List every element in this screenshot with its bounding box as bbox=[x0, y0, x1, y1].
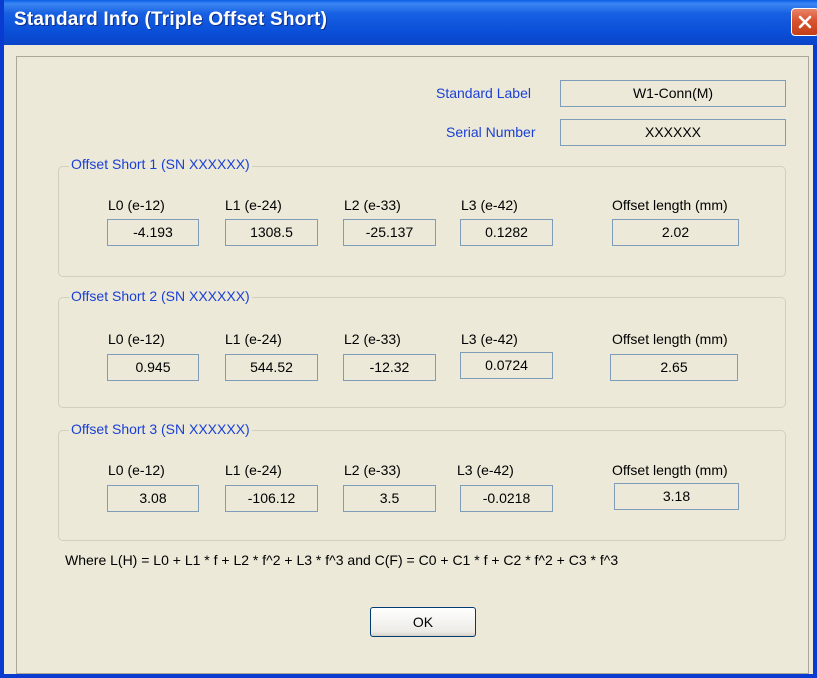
serial-number-field[interactable]: XXXXXX bbox=[560, 119, 786, 146]
l1-label: L1 (e-24) bbox=[225, 462, 282, 478]
l0-label: L0 (e-12) bbox=[108, 331, 165, 347]
l2-field[interactable]: -12.32 bbox=[343, 354, 436, 381]
dialog-window: Standard Info (Triple Offset Short) Stan… bbox=[0, 0, 817, 678]
offset-short-2-title: Offset Short 2 (SN XXXXXX) bbox=[69, 288, 252, 304]
offset-length-field[interactable]: 2.65 bbox=[610, 354, 738, 381]
l0-label: L0 (e-12) bbox=[108, 197, 165, 213]
offset-length-field[interactable]: 3.18 bbox=[614, 483, 739, 510]
l3-label: L3 (e-42) bbox=[457, 462, 514, 478]
serial-number-caption: Serial Number bbox=[446, 124, 536, 140]
standard-label-field[interactable]: W1-Conn(M) bbox=[560, 80, 786, 107]
l2-label: L2 (e-33) bbox=[344, 197, 401, 213]
l3-field[interactable]: -0.0218 bbox=[460, 485, 553, 512]
l0-field[interactable]: 3.08 bbox=[107, 485, 199, 512]
l3-label: L3 (e-42) bbox=[461, 197, 518, 213]
l2-field[interactable]: -25.137 bbox=[343, 219, 436, 246]
l0-label: L0 (e-12) bbox=[108, 462, 165, 478]
l3-field[interactable]: 0.0724 bbox=[460, 352, 553, 379]
l2-field[interactable]: 3.5 bbox=[343, 485, 436, 512]
standard-label-caption: Standard Label bbox=[436, 85, 531, 101]
l0-field[interactable]: -4.193 bbox=[107, 219, 199, 246]
formula-text: Where L(H) = L0 + L1 * f + L2 * f^2 + L3… bbox=[65, 552, 619, 568]
l1-label: L1 (e-24) bbox=[225, 331, 282, 347]
l1-field[interactable]: -106.12 bbox=[225, 485, 318, 512]
l3-field[interactable]: 0.1282 bbox=[460, 219, 553, 246]
close-icon bbox=[798, 15, 812, 29]
l0-field[interactable]: 0.945 bbox=[107, 354, 199, 381]
offset-short-2-group bbox=[58, 297, 786, 408]
offset-short-1-title: Offset Short 1 (SN XXXXXX) bbox=[69, 156, 252, 172]
l2-label: L2 (e-33) bbox=[344, 462, 401, 478]
offset-length-field[interactable]: 2.02 bbox=[612, 219, 739, 246]
offset-length-label: Offset length (mm) bbox=[612, 197, 728, 213]
offset-length-label: Offset length (mm) bbox=[612, 331, 728, 347]
ok-button[interactable]: OK bbox=[370, 607, 476, 637]
title-bar[interactable]: Standard Info (Triple Offset Short) bbox=[4, 0, 817, 45]
offset-short-3-title: Offset Short 3 (SN XXXXXX) bbox=[69, 421, 252, 437]
l1-label: L1 (e-24) bbox=[225, 197, 282, 213]
close-button[interactable] bbox=[791, 8, 817, 36]
window-title: Standard Info (Triple Offset Short) bbox=[14, 9, 328, 30]
l3-label: L3 (e-42) bbox=[461, 331, 518, 347]
offset-length-label: Offset length (mm) bbox=[612, 462, 728, 478]
l1-field[interactable]: 544.52 bbox=[225, 354, 318, 381]
l2-label: L2 (e-33) bbox=[344, 331, 401, 347]
l1-field[interactable]: 1308.5 bbox=[225, 219, 318, 246]
